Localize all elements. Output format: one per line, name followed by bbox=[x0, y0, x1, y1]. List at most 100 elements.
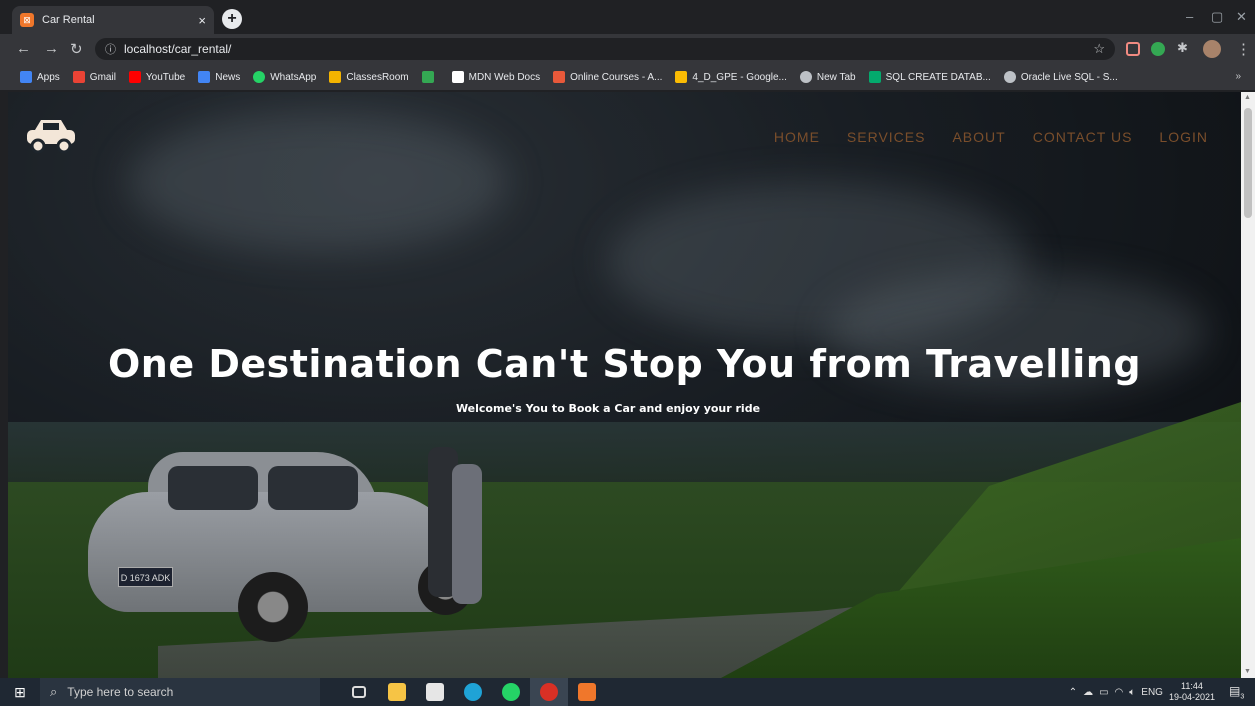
hero-title: One Destination Can't Stop You from Trav… bbox=[107, 342, 1142, 386]
grammarly-extension-icon[interactable] bbox=[1151, 42, 1165, 56]
profile-avatar[interactable] bbox=[1203, 40, 1221, 58]
chrome-taskbar-icon[interactable] bbox=[530, 678, 568, 706]
nav-login-link[interactable]: LOGIN bbox=[1159, 129, 1208, 145]
tab-car-rental[interactable]: ⊠ Car Rental × bbox=[12, 6, 214, 34]
bookmark-label: ClassesRoom bbox=[346, 71, 409, 83]
battery-icon[interactable]: ▭ bbox=[1099, 687, 1108, 698]
bookmark-label: Apps bbox=[37, 71, 60, 83]
bookmark-gmail[interactable]: Gmail bbox=[72, 71, 116, 83]
news-icon bbox=[198, 71, 211, 83]
pocket-extension-icon[interactable] bbox=[1126, 42, 1140, 56]
scrollbar-thumb[interactable] bbox=[1244, 108, 1252, 218]
xampp-taskbar-icon[interactable] bbox=[568, 678, 606, 706]
car-window bbox=[168, 466, 258, 510]
bookmark-label: YouTube bbox=[145, 71, 186, 83]
nav-contact-link[interactable]: CONTACT US bbox=[1033, 129, 1133, 145]
udemy-icon bbox=[553, 71, 566, 83]
search-icon: ⌕ bbox=[50, 684, 58, 699]
google-drive-icon bbox=[675, 71, 688, 83]
bookmark-label: MDN Web Docs bbox=[468, 71, 541, 83]
edge-icon[interactable] bbox=[454, 678, 492, 706]
hero-subtitle: Welcome's You to Book a Car and enjoy yo… bbox=[455, 402, 761, 415]
taskbar-search[interactable]: ⌕ Type here to search bbox=[40, 678, 320, 706]
reload-icon[interactable]: ↻ bbox=[70, 40, 83, 58]
wifi-icon[interactable]: ◠ bbox=[1115, 687, 1124, 698]
file-explorer-icon[interactable] bbox=[378, 678, 416, 706]
page-scrollbar[interactable]: ▲ ▼ bbox=[1241, 92, 1255, 678]
bookmark-new-tab[interactable]: New Tab bbox=[799, 71, 856, 83]
address-bar[interactable]: ⓘ localhost/car_rental/ ☆ bbox=[95, 38, 1115, 60]
bookmark-classesroom[interactable]: ClassesRoom bbox=[329, 71, 409, 83]
task-view-icon[interactable] bbox=[340, 678, 378, 706]
show-hidden-icons-icon[interactable]: ⌃ bbox=[1069, 687, 1077, 698]
license-plate: D 1673 ADK bbox=[118, 567, 173, 587]
url-text[interactable]: localhost/car_rental/ bbox=[124, 42, 1093, 56]
bookmarks-overflow-icon[interactable]: » bbox=[1235, 71, 1241, 82]
mdn-icon bbox=[451, 71, 464, 83]
onedrive-icon[interactable]: ☁ bbox=[1083, 687, 1093, 698]
taskbar: ⊞ ⌕ Type here to search ⌃ ☁ ▭ ◠ 🔈︎ ENG 1… bbox=[0, 678, 1255, 706]
volume-icon[interactable]: 🔈︎ bbox=[1129, 687, 1135, 698]
clock-time: 11:44 bbox=[1181, 681, 1203, 691]
bookmark-sql-create[interactable]: SQL CREATE DATAB... bbox=[868, 71, 991, 83]
scroll-down-icon[interactable]: ▼ bbox=[1244, 668, 1251, 675]
site-info-icon[interactable]: ⓘ bbox=[105, 41, 116, 57]
bookmark-label: New Tab bbox=[816, 71, 856, 83]
notification-center-icon[interactable]: ▤3 bbox=[1229, 684, 1245, 700]
windows-start-icon[interactable]: ⊞ bbox=[0, 678, 40, 706]
bookmark-pinwheel[interactable] bbox=[421, 71, 439, 83]
toolbar: ← → ↻ ⓘ localhost/car_rental/ ☆ ✱ ⋮ bbox=[0, 34, 1255, 64]
tab-strip: ⊠ Car Rental × + – ▢ ✕ bbox=[0, 0, 1255, 34]
clock-date: 19-04-2021 bbox=[1168, 692, 1215, 702]
bookmark-apps[interactable]: Apps bbox=[20, 71, 60, 83]
bookmark-whatsapp[interactable]: WhatsApp bbox=[253, 71, 316, 83]
nav-services-link[interactable]: SERVICES bbox=[847, 129, 926, 145]
system-tray: ⌃ ☁ ▭ ◠ 🔈︎ ENG 11:44 19-04-2021 bbox=[1069, 678, 1215, 706]
tab-title: Car Rental bbox=[42, 14, 95, 26]
bookmark-online-courses[interactable]: Online Courses - A... bbox=[553, 71, 662, 83]
language-indicator[interactable]: ENG bbox=[1141, 687, 1163, 698]
car-logo-icon[interactable] bbox=[25, 116, 77, 156]
bookmark-mdn[interactable]: MDN Web Docs bbox=[451, 71, 541, 83]
cloud bbox=[128, 112, 508, 252]
globe-icon bbox=[799, 71, 812, 83]
notification-count: 3 bbox=[1240, 693, 1245, 701]
maximize-icon[interactable]: ▢ bbox=[1211, 9, 1223, 25]
bookmark-label: Gmail bbox=[89, 71, 116, 83]
bookmark-google-drive[interactable]: 4_D_GPE - Google... bbox=[675, 71, 787, 83]
bookmark-star-icon[interactable]: ☆ bbox=[1093, 41, 1105, 57]
close-window-icon[interactable]: ✕ bbox=[1236, 9, 1247, 25]
silver-car-image: D 1673 ADK bbox=[88, 452, 478, 652]
clock[interactable]: 11:44 19-04-2021 bbox=[1169, 681, 1215, 703]
youtube-icon bbox=[128, 71, 141, 83]
bookmark-label: Online Courses - A... bbox=[570, 71, 663, 83]
minimize-icon[interactable]: – bbox=[1186, 9, 1193, 24]
scroll-up-icon[interactable]: ▲ bbox=[1244, 94, 1251, 101]
nav-about-link[interactable]: ABOUT bbox=[952, 129, 1005, 145]
forward-icon[interactable]: → bbox=[44, 40, 59, 57]
person-figure bbox=[452, 464, 482, 604]
whatsapp-icon bbox=[253, 71, 266, 83]
bookmark-oracle-sql[interactable]: Oracle Live SQL - S... bbox=[1003, 71, 1118, 83]
menu-kebab-icon[interactable]: ⋮ bbox=[1236, 40, 1251, 58]
extensions-puzzle-icon[interactable]: ✱ bbox=[1177, 40, 1188, 56]
hero-section: D 1673 ADK HOME SERVICES ABOUT CONTACT U… bbox=[8, 92, 1241, 678]
tab-close-icon[interactable]: × bbox=[198, 13, 206, 28]
car-window bbox=[268, 466, 358, 510]
bookmark-youtube[interactable]: YouTube bbox=[128, 71, 186, 83]
globe-icon bbox=[1003, 71, 1016, 83]
car-wheel bbox=[238, 572, 308, 642]
store-icon[interactable] bbox=[416, 678, 454, 706]
gmail-icon bbox=[72, 71, 85, 83]
bookmark-news[interactable]: News bbox=[198, 71, 240, 83]
back-icon[interactable]: ← bbox=[16, 40, 31, 57]
bookmark-label: Oracle Live SQL - S... bbox=[1020, 71, 1118, 83]
bookmarks-bar: Apps Gmail YouTube News WhatsApp Classes… bbox=[0, 64, 1255, 91]
whatsapp-taskbar-icon[interactable] bbox=[492, 678, 530, 706]
bookmark-label: 4_D_GPE - Google... bbox=[692, 71, 787, 83]
classroom-icon bbox=[329, 71, 342, 83]
bookmark-label: WhatsApp bbox=[270, 71, 317, 83]
new-tab-button[interactable]: + bbox=[222, 9, 242, 29]
nav-home-link[interactable]: HOME bbox=[774, 129, 820, 145]
main-nav: HOME SERVICES ABOUT CONTACT US LOGIN bbox=[774, 129, 1208, 145]
